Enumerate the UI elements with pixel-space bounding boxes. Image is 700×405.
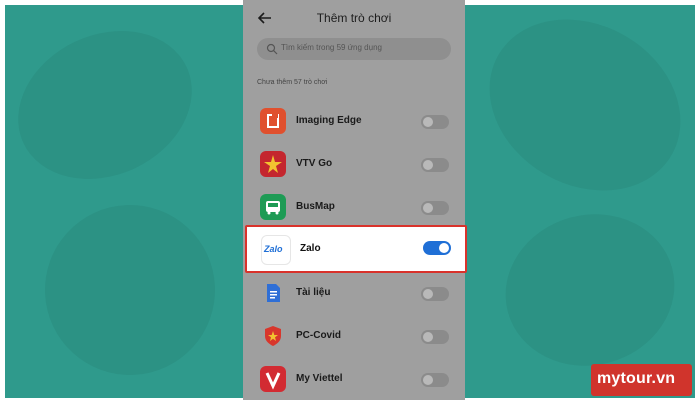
search-icon	[266, 43, 278, 55]
section-label: Chưa thêm 57 trò chơi	[257, 79, 328, 86]
busmap-icon	[260, 194, 286, 220]
app-name: Zalo	[300, 243, 321, 254]
app-name: VTV Go	[296, 158, 333, 169]
toggle-knob	[423, 203, 433, 213]
app-name: PC-Covid	[296, 330, 341, 341]
phone-screen: Thêm trò chơi Tìm kiếm trong 59 ứng dụng…	[243, 0, 465, 400]
app-name: Imaging Edge	[296, 115, 362, 126]
monstera-leaf	[458, 5, 695, 225]
monstera-leaf	[21, 181, 239, 398]
search-placeholder: Tìm kiếm trong 59 ứng dụng	[281, 43, 382, 52]
watermark-text: mytour.vn	[597, 370, 676, 387]
docs-icon	[260, 280, 286, 306]
toggle-switch[interactable]	[421, 158, 449, 172]
app-row-my-viettel[interactable]: My Viettel	[243, 359, 465, 399]
app-name: Tài liệu	[296, 287, 331, 298]
toggle-knob	[423, 289, 433, 299]
mytour-watermark: mytour.vn	[591, 364, 692, 396]
app-row-zalo-highlighted[interactable]: Zalo Zalo	[245, 225, 467, 273]
toggle-switch[interactable]	[421, 115, 449, 129]
toggle-switch-on[interactable]	[423, 241, 451, 255]
toggle-switch[interactable]	[421, 330, 449, 344]
vtv-go-icon	[260, 151, 286, 177]
toggle-switch[interactable]	[421, 373, 449, 387]
app-row-pc-covid[interactable]: PC-Covid	[243, 316, 465, 356]
app-row-vtv-go[interactable]: VTV Go	[243, 144, 465, 184]
toggle-switch[interactable]	[421, 201, 449, 215]
pc-covid-icon	[260, 323, 286, 349]
page-title: Thêm trò chơi	[316, 11, 392, 25]
monstera-leaf	[5, 5, 217, 207]
app-row-busmap[interactable]: BusMap	[243, 187, 465, 227]
imaging-edge-icon	[260, 108, 286, 134]
toggle-knob	[423, 160, 433, 170]
toggle-knob	[423, 332, 433, 342]
zalo-icon: Zalo	[261, 235, 291, 265]
app-name: My Viettel	[296, 373, 343, 384]
app-row-imaging-edge[interactable]: Imaging Edge	[243, 101, 465, 141]
toggle-knob	[423, 117, 433, 127]
app-name: BusMap	[296, 201, 335, 212]
search-input[interactable]: Tìm kiếm trong 59 ứng dụng	[257, 38, 451, 60]
toggle-knob	[423, 375, 433, 385]
zalo-logo-text: Zalo	[264, 244, 283, 254]
top-bar: Thêm trò chơi	[243, 0, 465, 36]
monstera-leaf	[488, 195, 692, 385]
toggle-knob	[439, 243, 449, 253]
my-viettel-icon	[260, 366, 286, 392]
toggle-switch[interactable]	[421, 287, 449, 301]
app-row-tai-lieu[interactable]: Tài liệu	[243, 273, 465, 313]
